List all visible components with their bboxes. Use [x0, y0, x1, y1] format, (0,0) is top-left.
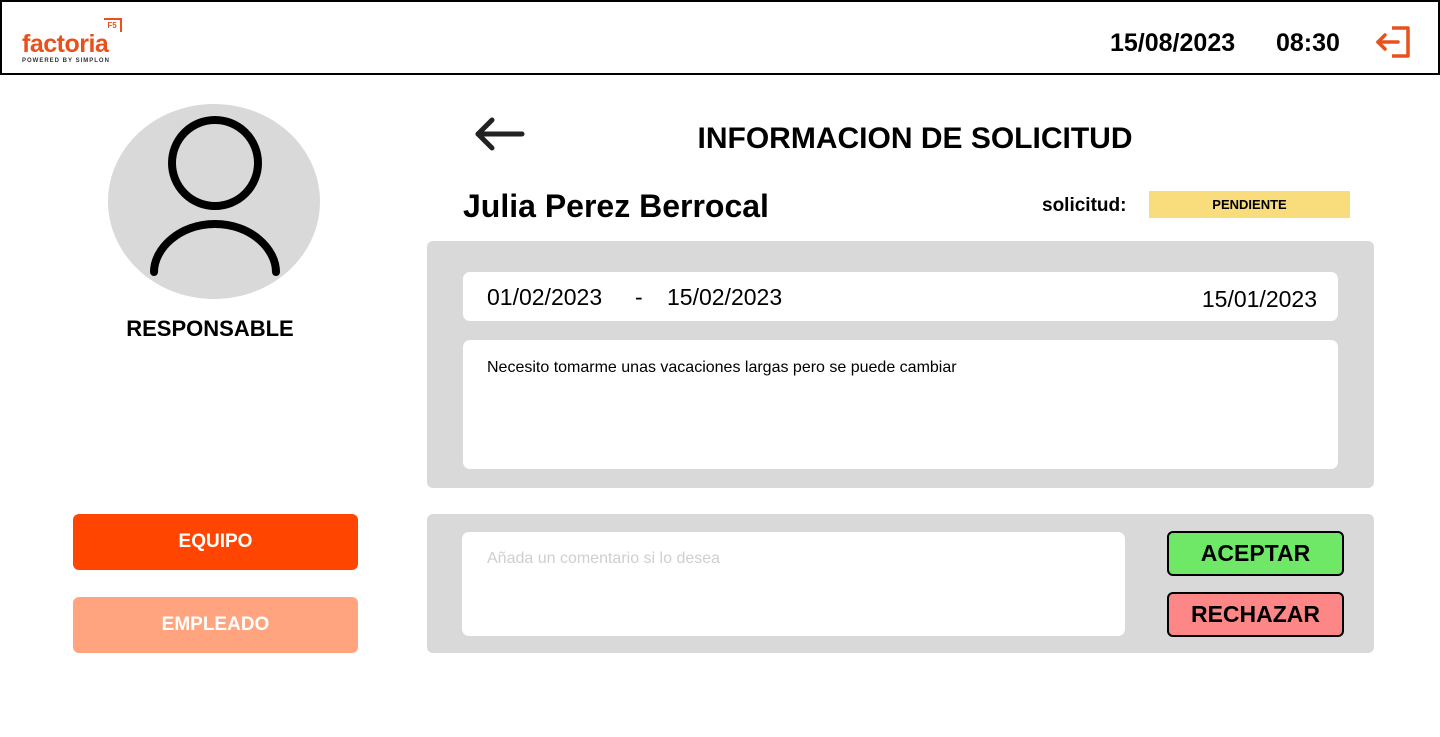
logo-tagline: POWERED BY SIMPLON [22, 58, 110, 64]
empleado-button[interactable]: EMPLEADO [73, 597, 358, 653]
reject-button[interactable]: RECHAZAR [1167, 592, 1344, 637]
arrow-left-icon[interactable] [472, 112, 526, 156]
employee-name: Julia Perez Berrocal [463, 188, 769, 224]
equipo-button[interactable]: EQUIPO [73, 514, 358, 570]
status-badge: PENDIENTE [1149, 191, 1350, 218]
role-label: RESPONSABLE [126, 316, 294, 341]
logout-icon[interactable] [1374, 24, 1414, 60]
top-bar: F5 factoria POWERED BY SIMPLON 15/08/202… [0, 0, 1440, 75]
reason-text: Necesito tomarme unas vacaciones largas … [487, 359, 957, 376]
accept-button[interactable]: ACEPTAR [1167, 531, 1344, 576]
comment-input[interactable] [462, 532, 1125, 636]
request-date: 15/01/2023 [1201, 286, 1317, 312]
date-separator: - [635, 284, 643, 310]
current-time: 08:30 [1276, 29, 1340, 57]
status-label: solicitud: [1042, 195, 1127, 216]
reason-box: Necesito tomarme unas vacaciones largas … [463, 340, 1338, 469]
avatar [108, 104, 320, 299]
logo-wordmark: factoria [22, 30, 109, 58]
user-icon [150, 116, 280, 276]
end-date: 15/02/2023 [667, 284, 783, 310]
date-range-box: 01/02/2023 - 15/02/2023 15/01/2023 [463, 272, 1338, 321]
page-title: INFORMACION DE SOLICITUD [697, 122, 1133, 155]
current-date: 15/08/2023 [1110, 29, 1236, 57]
start-date: 01/02/2023 [487, 284, 603, 310]
factoria-logo: F5 factoria POWERED BY SIMPLON [20, 16, 130, 66]
